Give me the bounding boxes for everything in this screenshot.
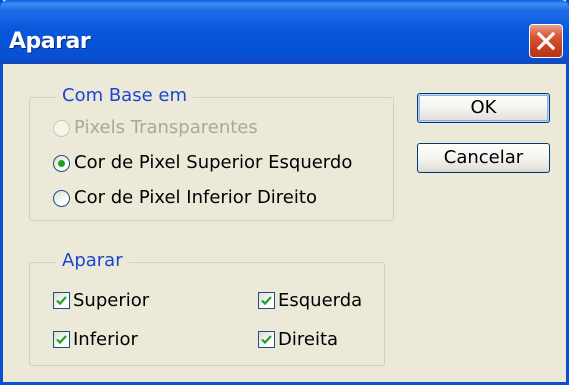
radio-bottom-right-pixel-label[interactable]: Cor de Pixel Inferior Direito	[74, 187, 317, 208]
radio-bottom-right-pixel[interactable]	[53, 190, 70, 207]
radio-top-left-pixel[interactable]	[53, 155, 70, 172]
check-icon	[261, 335, 272, 345]
trim-group	[29, 262, 385, 366]
dialog-title: Aparar	[9, 29, 91, 54]
checkbox-bottom-label[interactable]: Inferior	[73, 329, 138, 350]
checkbox-top-label[interactable]: Superior	[73, 290, 149, 311]
check-icon	[261, 296, 272, 306]
radio-transparent-pixels-label: Pixels Transparentes	[74, 117, 258, 138]
check-icon	[56, 296, 67, 306]
checkbox-left-label[interactable]: Esquerda	[278, 290, 362, 311]
radio-transparent-pixels	[53, 120, 70, 137]
checkbox-right-label[interactable]: Direita	[278, 329, 338, 350]
radio-selected-dot	[58, 160, 65, 167]
close-icon	[536, 31, 556, 51]
title-bar[interactable]: Aparar	[0, 0, 569, 64]
checkbox-bottom[interactable]	[53, 331, 70, 348]
based-on-legend: Com Base em	[56, 85, 193, 106]
cancel-button[interactable]: Cancelar	[417, 143, 550, 173]
checkbox-right[interactable]	[258, 331, 275, 348]
trim-legend: Aparar	[56, 250, 129, 271]
check-icon	[56, 335, 67, 345]
checkbox-left[interactable]	[258, 292, 275, 309]
checkbox-top[interactable]	[53, 292, 70, 309]
radio-top-left-pixel-label[interactable]: Cor de Pixel Superior Esquerdo	[74, 152, 352, 173]
trim-dialog: Aparar Com Base em Pixels Transparentes …	[0, 0, 569, 385]
close-button[interactable]	[529, 24, 563, 58]
ok-button[interactable]: OK	[417, 93, 550, 123]
